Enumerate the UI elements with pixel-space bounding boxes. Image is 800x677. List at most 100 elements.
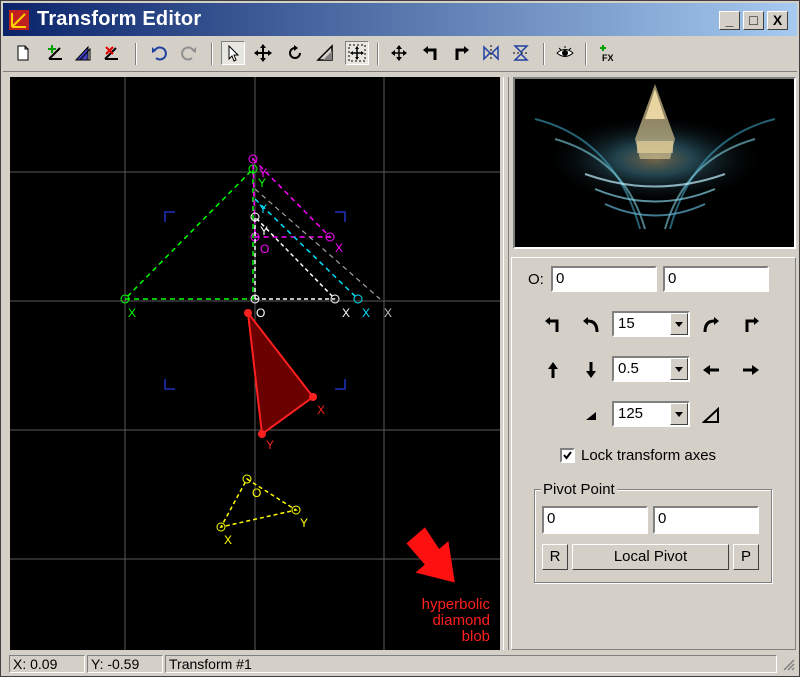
rotate-ccw-icon[interactable] bbox=[419, 41, 443, 65]
add-transform-icon[interactable] bbox=[43, 41, 67, 65]
flip-vertical-icon[interactable] bbox=[509, 41, 533, 65]
pan-canvas-icon[interactable] bbox=[345, 41, 369, 65]
label-green-x: X bbox=[128, 306, 136, 320]
origin-y-field[interactable]: 0 bbox=[663, 266, 769, 292]
rotate-ccw-curve-icon bbox=[583, 317, 599, 333]
flame-preview bbox=[513, 77, 796, 249]
chevron-down-icon[interactable] bbox=[670, 313, 688, 335]
label-red-x: X bbox=[317, 403, 325, 417]
transform-yellow[interactable]: O Y X bbox=[216, 474, 308, 547]
flip-center-icon[interactable] bbox=[387, 41, 411, 65]
pivot-y-field[interactable]: 0 bbox=[653, 506, 759, 534]
annotation-arrow-icon bbox=[406, 527, 455, 583]
rotate-cw-icon[interactable] bbox=[449, 41, 473, 65]
origin-label: O: bbox=[528, 271, 544, 288]
annotation-line-2: diamond bbox=[432, 612, 490, 629]
arrow-down-icon bbox=[586, 362, 596, 378]
pick-pivot-button[interactable]: P bbox=[733, 544, 759, 570]
reset-pivot-button[interactable]: R bbox=[542, 544, 568, 570]
rotate-tool-icon[interactable] bbox=[283, 41, 307, 65]
rotate-ccw-button[interactable] bbox=[579, 312, 603, 336]
status-y-coordinate: Y: -0.59 bbox=[87, 655, 163, 673]
move-tool-icon[interactable] bbox=[251, 41, 275, 65]
scale-up-button[interactable] bbox=[699, 403, 723, 427]
transform-cyan[interactable]: X Y bbox=[254, 198, 370, 320]
rotate-angle-value: 15 bbox=[618, 315, 635, 332]
scale-percent-combo[interactable]: 125 bbox=[612, 401, 690, 427]
rotate-ccw-90-button[interactable] bbox=[541, 312, 565, 336]
close-button[interactable]: X bbox=[767, 11, 788, 30]
toolbar-separator bbox=[135, 43, 137, 65]
new-transform-icon[interactable] bbox=[11, 41, 35, 65]
label-magenta-o: O bbox=[260, 242, 269, 256]
scale-down-icon bbox=[586, 412, 596, 420]
app-icon bbox=[9, 10, 29, 30]
effects-fx-icon[interactable]: FX bbox=[595, 41, 619, 65]
pivot-point-title: Pivot Point bbox=[541, 481, 617, 498]
title-bar[interactable]: Transform Editor _ □ X bbox=[3, 3, 797, 36]
resize-grip-icon[interactable] bbox=[783, 659, 795, 671]
grey-guide-line bbox=[254, 188, 381, 300]
rotate-ccw-90-icon bbox=[545, 317, 559, 332]
pivot-x-field[interactable]: 0 bbox=[542, 506, 648, 534]
delete-transform-icon[interactable] bbox=[99, 41, 123, 65]
flip-horizontal-icon[interactable] bbox=[479, 41, 503, 65]
rotate-cw-button[interactable] bbox=[699, 312, 723, 336]
chevron-down-icon[interactable] bbox=[670, 358, 688, 380]
local-pivot-button[interactable]: Local Pivot bbox=[572, 544, 729, 570]
minimize-button[interactable]: _ bbox=[719, 11, 740, 30]
transform-canvas[interactable]: X Y Y X O X Y X X Y O X Y O Y X hyperbol… bbox=[10, 77, 500, 650]
label-magenta-x: X bbox=[335, 241, 343, 255]
splitter-handle[interactable] bbox=[503, 77, 509, 650]
flame-preview-image bbox=[515, 79, 794, 247]
annotation-line-1: hyperbolic bbox=[421, 596, 490, 613]
toolbar: FX bbox=[3, 37, 797, 72]
annotation-text: hyperbolic diamond blob bbox=[380, 597, 490, 645]
scale-percent-value: 125 bbox=[618, 405, 644, 422]
move-down-button[interactable] bbox=[579, 358, 603, 382]
checkmark-icon bbox=[563, 451, 572, 460]
scale-tool-icon[interactable] bbox=[313, 41, 337, 65]
label-white-x: X bbox=[342, 306, 350, 320]
label-yellow-y: Y bbox=[300, 516, 308, 530]
transform-white[interactable]: X Y bbox=[250, 212, 350, 320]
status-bar: X: 0.09 Y: -0.59 Transform #1 bbox=[3, 653, 797, 675]
label-white-y: Y bbox=[260, 224, 268, 238]
rotate-angle-combo[interactable]: 15 bbox=[612, 311, 690, 337]
label-magenta-y: Y bbox=[259, 166, 267, 180]
arrow-up-icon bbox=[548, 362, 558, 378]
move-step-value: 0.5 bbox=[618, 360, 639, 377]
move-left-button[interactable] bbox=[699, 358, 723, 382]
arrow-right-icon bbox=[743, 365, 759, 375]
transform-green[interactable]: X Y bbox=[120, 164, 266, 320]
arrow-left-icon bbox=[703, 365, 719, 375]
label-yellow-o: O bbox=[252, 486, 261, 500]
chevron-down-icon[interactable] bbox=[670, 403, 688, 425]
preview-eye-icon[interactable] bbox=[553, 41, 577, 65]
move-step-combo[interactable]: 0.5 bbox=[612, 356, 690, 382]
duplicate-transform-icon[interactable] bbox=[71, 41, 95, 65]
origin-x-field[interactable]: 0 bbox=[551, 266, 657, 292]
select-tool-icon[interactable] bbox=[221, 41, 245, 65]
window-title: Transform Editor bbox=[37, 8, 202, 30]
move-right-button[interactable] bbox=[739, 358, 763, 382]
scale-down-button[interactable] bbox=[579, 403, 603, 427]
maximize-button[interactable]: □ bbox=[743, 11, 764, 30]
toolbar-separator bbox=[585, 43, 587, 65]
toolbar-separator bbox=[211, 43, 213, 65]
scale-up-icon bbox=[702, 406, 719, 423]
lock-axes-checkbox[interactable] bbox=[560, 448, 575, 463]
undo-icon[interactable] bbox=[147, 41, 171, 65]
label-red-y: Y bbox=[266, 438, 274, 452]
annotation-line-3: blob bbox=[461, 628, 490, 645]
rotate-cw-90-button[interactable] bbox=[739, 312, 763, 336]
transform-editor-window: Transform Editor _ □ X FX X Y Y X O X Y … bbox=[0, 0, 800, 677]
move-up-button[interactable] bbox=[541, 358, 565, 382]
transform-canvas-svg[interactable]: X Y Y X O X Y X X Y O X Y O Y X bbox=[10, 77, 500, 650]
label-cyan-x: X bbox=[362, 306, 370, 320]
redo-icon[interactable] bbox=[177, 41, 201, 65]
label-yellow-x: X bbox=[224, 533, 232, 547]
rotate-cw-90-icon bbox=[745, 317, 759, 332]
status-transform-name: Transform #1 bbox=[165, 655, 777, 673]
lock-axes-label[interactable]: Lock transform axes bbox=[581, 447, 716, 464]
